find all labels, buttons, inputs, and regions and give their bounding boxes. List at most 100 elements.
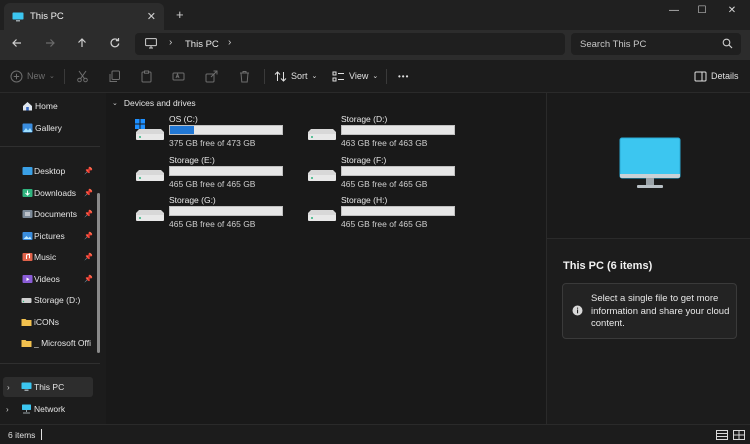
- paste-button[interactable]: [140, 68, 153, 84]
- details-button[interactable]: Details: [694, 68, 739, 84]
- sidebar-item-documents[interactable]: Documents 📌: [0, 204, 93, 224]
- drive-name: Storage (E:): [169, 155, 215, 165]
- preview-area: [547, 93, 750, 239]
- new-tab-button[interactable]: +: [176, 8, 184, 21]
- close-button[interactable]: ✕: [720, 3, 744, 19]
- hard-drive-icon: [308, 210, 336, 221]
- cut-button[interactable]: [76, 68, 89, 84]
- pin-icon[interactable]: 📌: [84, 167, 93, 175]
- group-header-devices[interactable]: ⌄ Devices and drives: [112, 98, 196, 108]
- rename-button[interactable]: [172, 68, 185, 84]
- hard-drive-icon: [136, 210, 164, 221]
- sidebar-item-home[interactable]: Home: [0, 96, 93, 116]
- drive-name: Storage (H:): [341, 195, 388, 205]
- breadcrumb-separator-icon[interactable]: ›: [169, 37, 172, 48]
- sidebar-item-icons-folder[interactable]: iCONs: [0, 312, 93, 332]
- sidebar-item-videos[interactable]: Videos 📌: [0, 269, 93, 289]
- search-icon: [722, 38, 733, 49]
- details-pane-icon: [694, 71, 707, 81]
- drive-free-space: 463 GB free of 463 GB: [341, 138, 428, 148]
- title-bar: This PC ✕ + — ☐ ✕: [0, 0, 750, 30]
- sidebar-item-this-pc[interactable]: › This PC: [3, 377, 93, 397]
- up-button[interactable]: [72, 36, 92, 54]
- item-count: 6 items: [8, 430, 36, 440]
- drive-tile[interactable]: Storage (G:) 465 GB free of 465 GB: [135, 194, 295, 229]
- search-input[interactable]: Search This PC: [571, 33, 741, 55]
- minimize-button[interactable]: —: [662, 3, 686, 19]
- tab-this-pc[interactable]: This PC ✕: [4, 3, 164, 30]
- pictures-folder-icon: [22, 232, 33, 240]
- sidebar-item-label: Documents: [34, 209, 77, 219]
- monitor-icon: [619, 137, 681, 188]
- folder-icon: [21, 340, 32, 347]
- breadcrumb-separator-icon[interactable]: ›: [228, 37, 231, 48]
- plus-circle-icon: [10, 70, 23, 82]
- view-button[interactable]: View ⌄: [332, 68, 378, 84]
- downloads-folder-icon: [22, 189, 33, 197]
- more-icon: •••: [398, 71, 410, 81]
- sidebar-item-label: This PC: [34, 382, 65, 392]
- info-icon: [572, 305, 583, 316]
- music-folder-icon: [22, 253, 33, 261]
- sidebar-item-label: Pictures: [34, 231, 65, 241]
- drive-tile[interactable]: Storage (F:) 465 GB free of 465 GB: [307, 154, 467, 189]
- sidebar-item-music[interactable]: Music 📌: [0, 247, 93, 267]
- breadcrumb-this-pc[interactable]: This PC: [185, 39, 219, 50]
- tiles-view-icon[interactable]: [733, 430, 745, 440]
- sidebar-item-label: _ Microsoft Offi: [34, 338, 91, 348]
- forward-button[interactable]: [40, 36, 60, 54]
- sort-button[interactable]: Sort ⌄: [274, 68, 317, 84]
- drive-tile[interactable]: Storage (E:) 465 GB free of 465 GB: [135, 154, 295, 189]
- sidebar-item-desktop[interactable]: Desktop 📌: [0, 161, 93, 181]
- view-label: View: [349, 71, 369, 81]
- scissors-icon: [77, 70, 88, 82]
- sidebar-item-storage-d[interactable]: Storage (D:): [0, 290, 93, 310]
- share-button[interactable]: [205, 68, 218, 84]
- drive-tile[interactable]: Storage (D:) 463 GB free of 463 GB: [307, 113, 467, 148]
- pin-icon[interactable]: 📌: [84, 189, 93, 197]
- pin-icon[interactable]: 📌: [84, 253, 93, 261]
- drive-tile[interactable]: OS (C:) 375 GB free of 473 GB: [135, 113, 295, 148]
- chevron-right-icon[interactable]: ›: [6, 405, 9, 414]
- sidebar-item-label: Music: [34, 252, 57, 262]
- maximize-button[interactable]: ☐: [690, 3, 714, 19]
- delete-button[interactable]: [238, 68, 251, 84]
- network-icon: [22, 404, 31, 414]
- sidebar-divider: [0, 146, 100, 147]
- sidebar-scrollbar[interactable]: [97, 193, 100, 353]
- address-bar[interactable]: › This PC ›: [135, 33, 565, 55]
- view-icon: [332, 71, 344, 81]
- sidebar-item-pictures[interactable]: Pictures 📌: [0, 226, 93, 246]
- drive-tile[interactable]: Storage (H:) 465 GB free of 465 GB: [307, 194, 467, 229]
- copy-button[interactable]: [108, 68, 121, 84]
- group-title: Devices and drives: [123, 98, 196, 108]
- toolbar-divider: [264, 69, 265, 84]
- chevron-right-icon[interactable]: ›: [7, 383, 10, 392]
- copy-icon: [109, 70, 120, 82]
- chevron-down-icon: ⌄: [49, 73, 55, 80]
- share-icon: [205, 70, 218, 82]
- sidebar-item-network[interactable]: › Network: [0, 399, 93, 419]
- pin-icon[interactable]: 📌: [84, 210, 93, 218]
- sidebar-item-downloads[interactable]: Downloads 📌: [0, 183, 93, 203]
- drive-usage-bar: [169, 206, 283, 216]
- os-drive-icon: [135, 119, 164, 140]
- new-button[interactable]: New ⌄: [10, 68, 55, 84]
- sidebar-item-gallery[interactable]: Gallery: [0, 118, 93, 138]
- sidebar-item-microsoft-office-folder[interactable]: _ Microsoft Offi: [0, 333, 93, 353]
- details-view-icon[interactable]: [716, 430, 728, 440]
- details-pane: This PC (6 items) Select a single file t…: [546, 93, 750, 424]
- trash-icon: [240, 70, 249, 82]
- refresh-button[interactable]: [105, 36, 125, 54]
- sidebar-divider: [0, 363, 100, 364]
- home-icon: [23, 102, 32, 111]
- more-options-button[interactable]: •••: [398, 68, 409, 84]
- drive-usage-bar: [169, 125, 283, 135]
- drive-free-space: 465 GB free of 465 GB: [341, 219, 428, 229]
- pin-icon[interactable]: 📌: [84, 232, 93, 240]
- back-button[interactable]: [7, 36, 27, 54]
- arrow-right-icon: [46, 39, 55, 47]
- pin-icon[interactable]: 📌: [84, 275, 93, 283]
- tab-close-icon[interactable]: ✕: [147, 10, 156, 23]
- toolbar-divider: [64, 69, 65, 84]
